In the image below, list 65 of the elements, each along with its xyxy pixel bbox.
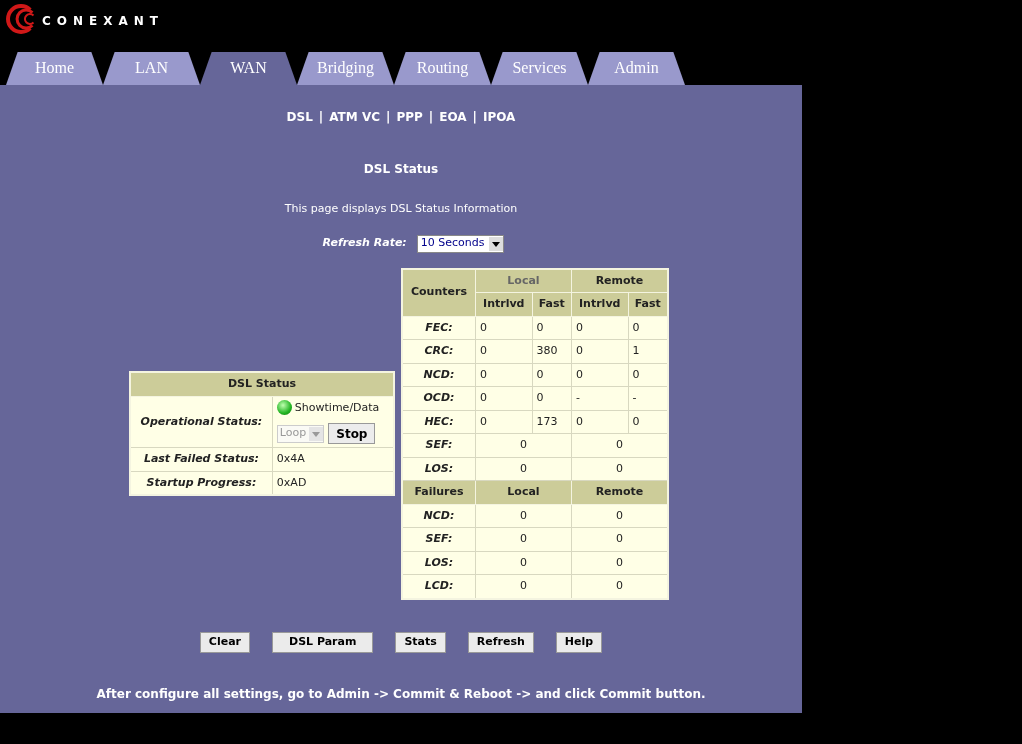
table-cell: 0 [571,551,668,575]
table-row-label: SEF: [402,433,476,457]
nav-tab[interactable]: Services [491,52,588,85]
table-row-label: FEC: [402,316,476,340]
table-cell: 0xAD [272,471,394,495]
table-row-label: SEF: [402,527,476,551]
nav-tab[interactable]: Home [6,52,103,85]
logo-wordmark: CONEXANT [42,13,164,30]
table-row-label: NCD: [402,363,476,387]
action-button[interactable]: Refresh [467,631,534,653]
table-row-label: Startup Progress: [130,471,273,495]
table-cell: 0 [571,457,668,481]
table-cell: 0 [475,433,572,457]
column-header: Local [475,268,572,293]
column-header: Remote [571,268,668,293]
table-row-label: LOS: [402,457,476,481]
refresh-rate-label: Refresh Rate: [322,235,407,252]
table-row-label: Operational Status: [130,396,273,448]
table-row-label: CRC: [402,339,476,363]
logo-icon [6,4,36,34]
action-button[interactable]: Stats [395,631,446,653]
column-header: Remote [571,480,668,504]
action-button[interactable]: Help [555,631,603,653]
table-cell: 0 [571,574,668,599]
stop-button[interactable]: Stop [328,423,376,444]
nav-tab[interactable]: Admin [588,52,685,85]
table-header: Counters [402,268,476,316]
subnav-link[interactable]: EOA [439,108,467,126]
table-row-label: NCD: [402,504,476,528]
table-cell: 0x4A [272,447,394,471]
table-cell: 0 [475,527,572,551]
separator: | [472,109,477,126]
table-cell: 0 [475,504,572,528]
action-button[interactable]: Clear [199,631,250,653]
nav-tab[interactable]: Routing [394,52,491,85]
page-title: DSL Status [363,161,439,178]
table-header: DSL Status [130,372,394,396]
separator: | [428,109,434,126]
refresh-rate-select[interactable]: 10 Seconds [416,234,504,253]
separator: | [318,109,324,126]
footer-note: After configure all settings, go to Admin -> Commit & Reboot -> and click Commit button. [96,685,706,703]
action-button[interactable]: DSL Param [272,631,374,653]
table-cell: 0 [475,457,572,481]
nav-tab[interactable]: Bridging [297,52,394,85]
table-row-label: Last Failed Status: [130,447,273,471]
subnav-link[interactable]: ATM VC [329,108,380,126]
table-header: Failures [402,480,476,504]
table-cell: 0 [571,433,668,457]
table-row-label: LOS: [402,551,476,575]
page-description: This page displays DSL Status Information [284,201,518,217]
nav-tab[interactable]: LAN [103,52,200,85]
table-row-label: HEC: [402,410,476,434]
status-text: Showtime/Data [294,399,380,416]
table-cell: 0 [475,551,572,575]
subnav-link[interactable]: DSL [286,108,313,126]
table-cell: 0 [571,504,668,528]
subnav-link[interactable]: PPP [396,108,423,126]
nav-tab[interactable]: WAN [200,52,297,85]
subnav-link[interactable]: IPOA [482,108,516,126]
table-row-label: LCD: [402,574,476,599]
table-row-label: OCD: [402,386,476,410]
table-cell: 0 [475,574,572,599]
separator: | [386,109,391,126]
column-header: Local [475,480,572,504]
table-cell: 0 [571,527,668,551]
